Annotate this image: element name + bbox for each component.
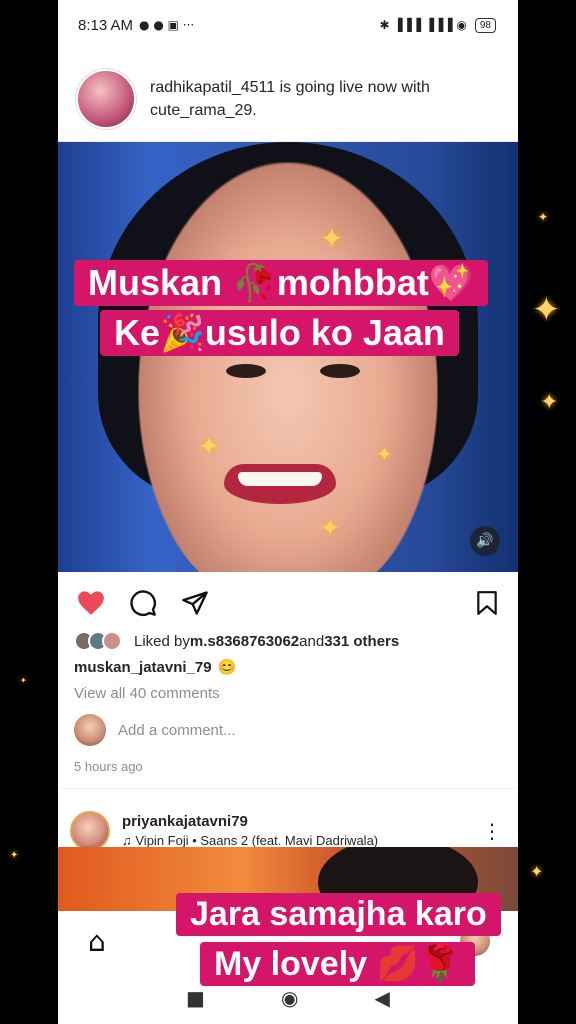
back-icon[interactable]: ◀ — [375, 986, 390, 1010]
phone-screen: 8:13 AM ● ● ▣ ··· ✱ ▐▐▐ ▐▐▐ ◉ 98 radhika… — [58, 0, 518, 1024]
video-caption-line-1: Muskan 🥀mohbbat💖 — [74, 260, 488, 306]
live-notice-text[interactable]: radhikapatil_4511 is going live now with… — [150, 76, 500, 122]
comment-input[interactable]: Add a comment... — [118, 722, 236, 739]
post-author[interactable]: muskan_jatavni_79 — [74, 659, 212, 676]
liker-username[interactable]: m.s8368763062 — [190, 633, 299, 650]
live-user-avatar[interactable] — [76, 68, 136, 129]
recents-icon[interactable]: ■ — [186, 986, 205, 1010]
status-time: 8:13 AM — [78, 16, 134, 34]
live-notice[interactable]: radhikapatil_4511 is going live now with… — [58, 50, 518, 142]
post2-song-title: Vipin Foji • Saans 2 (feat. Mavi Dadriwa… — [135, 833, 379, 848]
sparkle-icon: ✦ — [540, 390, 559, 415]
comment-icon[interactable] — [128, 588, 158, 618]
likes-mid: and — [299, 632, 325, 650]
likes-prefix: Liked by — [134, 632, 190, 650]
sparkle-icon: ✦ — [320, 514, 341, 542]
home-icon[interactable]: ⌂ — [88, 925, 106, 958]
view-comments-link[interactable]: View all 40 comments — [58, 680, 518, 706]
caption-emoji: 😊 — [217, 659, 237, 676]
post-actions — [58, 572, 518, 624]
sparkle-icon: ✦ — [10, 850, 19, 861]
home-circle-icon[interactable]: ◉ — [281, 986, 298, 1010]
post2-username[interactable]: priyankajatavni79 — [122, 813, 482, 830]
media-eye — [226, 364, 266, 378]
media-face — [138, 162, 438, 572]
sparkle-icon: ✦ — [532, 290, 561, 330]
sparkle-icon: ✦ — [530, 862, 544, 881]
signal-icons: ✱ ▐▐▐ ▐▐▐ ◉ — [379, 18, 467, 32]
bookmark-icon[interactable] — [472, 588, 502, 618]
avatar — [102, 631, 122, 651]
sparkle-icon: ✦ — [198, 432, 220, 462]
sparkle-icon: ✦ — [20, 676, 27, 685]
media-teeth — [238, 472, 322, 486]
sparkle-icon: ✦ — [320, 222, 344, 255]
media-eye — [320, 364, 360, 378]
sparkle-icon: ✦ — [538, 210, 549, 224]
status-bar: 8:13 AM ● ● ▣ ··· ✱ ▐▐▐ ▐▐▐ ◉ 98 — [58, 0, 518, 50]
sparkle-icon: ✦ — [376, 442, 393, 466]
more-vertical-icon[interactable]: ⋮ — [482, 819, 502, 843]
likes-summary[interactable]: Liked by m.s8368763062 and 331 others — [58, 624, 518, 654]
video-caption-line-2: Ke🎉usulo ko Jaan — [100, 310, 459, 356]
battery-icon: 98 — [474, 17, 496, 33]
liker-avatars — [74, 631, 122, 651]
music-note-icon: ♫ — [122, 833, 136, 848]
notification-icons: ● ● ▣ ··· — [139, 18, 195, 32]
send-icon[interactable] — [180, 588, 210, 618]
likes-count[interactable]: 331 others — [324, 633, 399, 650]
post2-audio[interactable]: ♫ Vipin Foji • Saans 2 (feat. Mavi Dadri… — [122, 833, 482, 848]
speaker-icon[interactable]: 🔊 — [470, 526, 500, 556]
post-timestamp: 5 hours ago — [74, 758, 143, 774]
post-caption: muskan_jatavni_79 😊 — [58, 654, 518, 680]
my-avatar — [74, 714, 106, 746]
overlay-caption-line-2: My lovely 💋🌹 — [200, 942, 476, 986]
post-media[interactable]: ✦ ✦ ✦ ✦ Muskan 🥀mohbbat💖 Ke🎉usulo ko Jaa… — [58, 142, 518, 572]
add-comment-row[interactable]: Add a comment... — [58, 706, 518, 754]
overlay-caption-line-1: Jara samajha karo — [176, 893, 501, 936]
post2-avatar[interactable] — [70, 810, 110, 851]
heart-filled-icon[interactable] — [76, 588, 106, 618]
